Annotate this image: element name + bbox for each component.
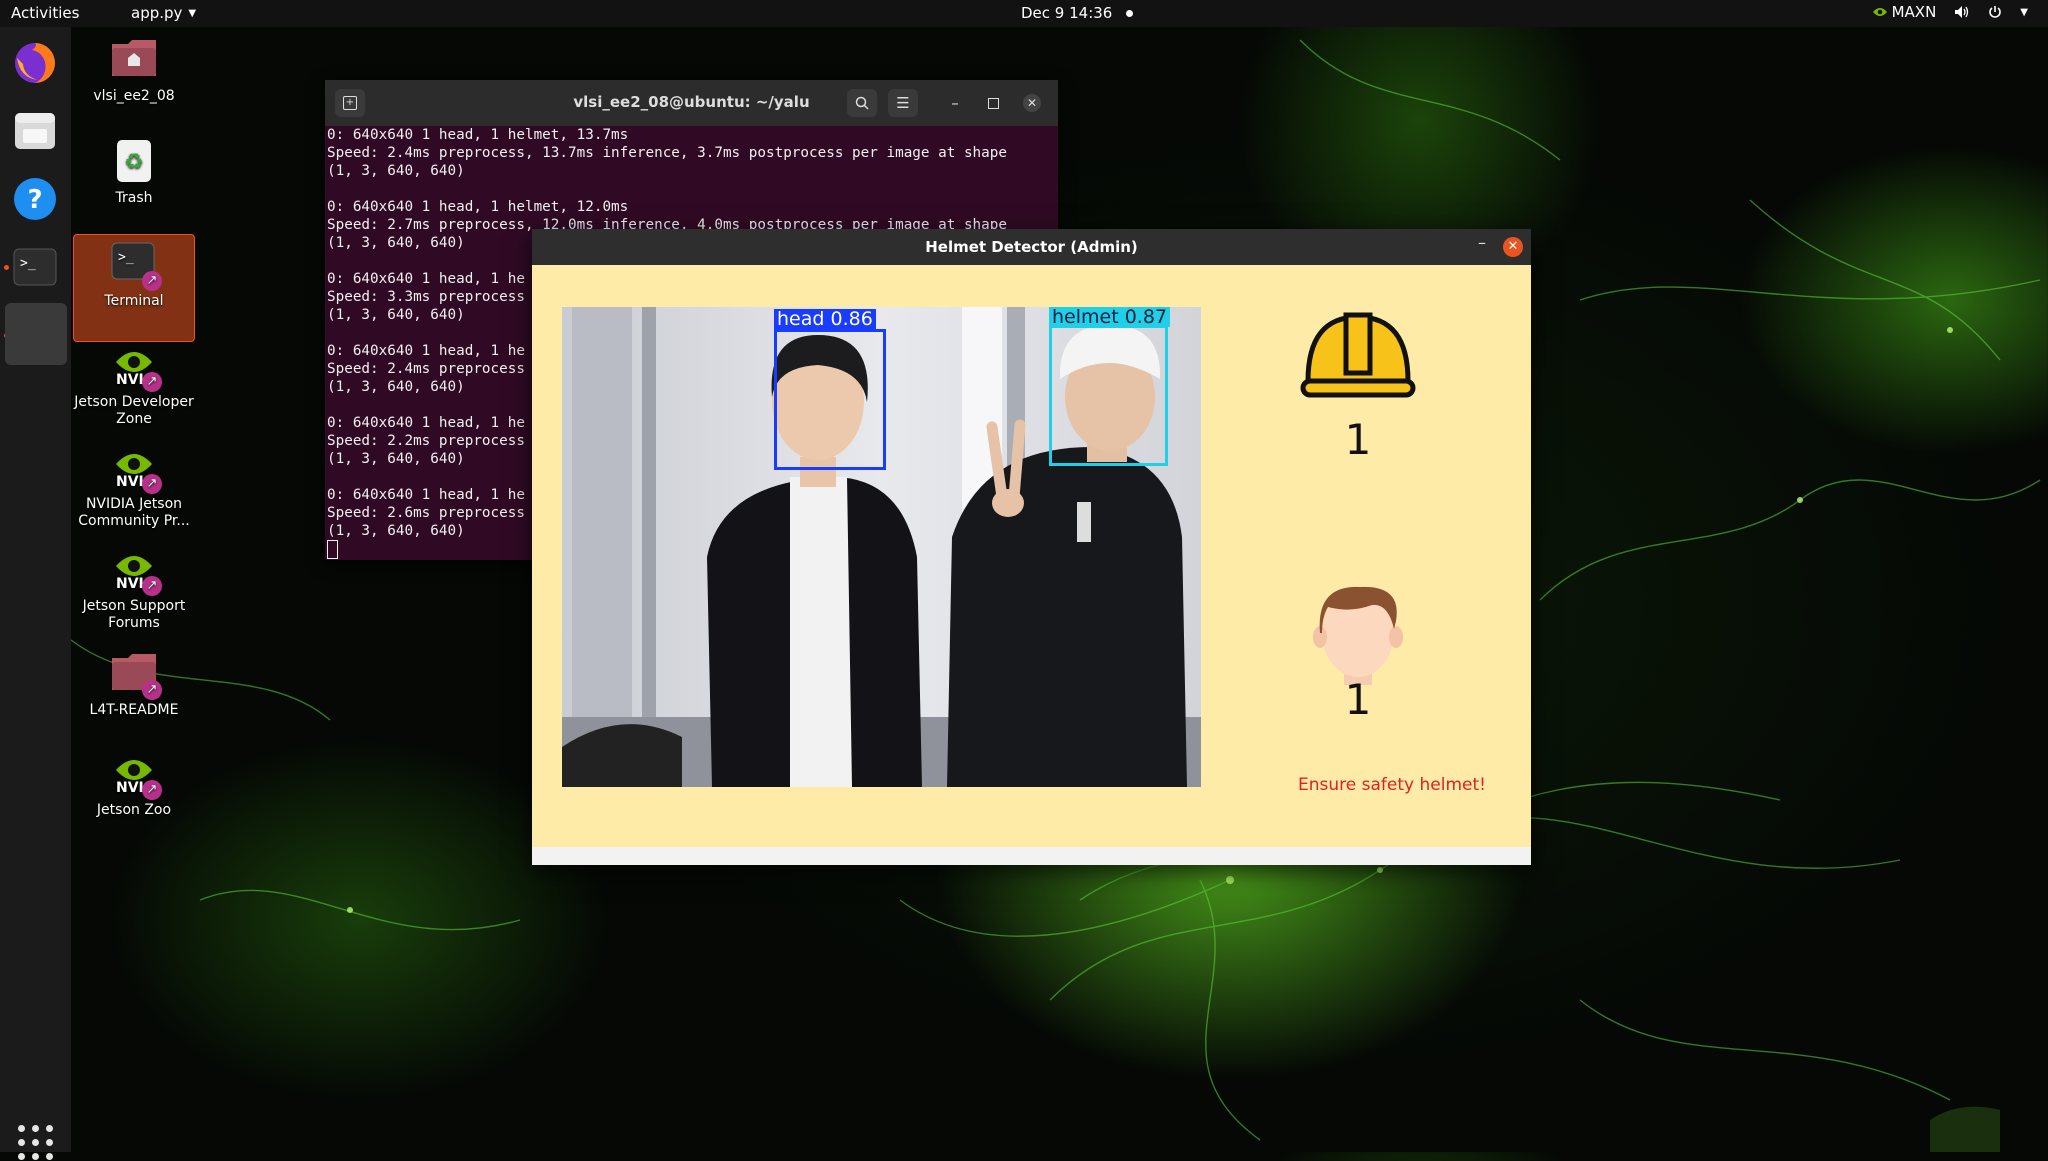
helmet-detection-label: helmet 0.87 bbox=[1049, 307, 1171, 327]
volume-icon bbox=[1955, 6, 1969, 18]
help-icon: ? bbox=[14, 178, 56, 220]
top-bar: Activities app.py ▼ Dec 9 14:36 MAXN ▼ bbox=[0, 0, 2048, 27]
svg-text:>_: >_ bbox=[118, 250, 134, 265]
desktop-icon-jetson-community[interactable]: NVI ↗ NVIDIA Jetson Community Pr... bbox=[74, 444, 194, 530]
helmet-count: 1 bbox=[1344, 415, 1372, 464]
head-detection-box bbox=[774, 329, 886, 470]
head-icon bbox=[1313, 586, 1403, 685]
svg-text:♻: ♻ bbox=[124, 150, 144, 175]
apps-grid-icon bbox=[18, 1125, 25, 1132]
svg-text:NVI: NVI bbox=[116, 780, 144, 794]
terminal-line: Speed: 2.4ms preprocess, 13.7ms inferenc… bbox=[327, 145, 1007, 161]
dock-firefox[interactable] bbox=[11, 39, 59, 87]
helmet-icon bbox=[1300, 312, 1416, 398]
svg-text:>_: >_ bbox=[20, 256, 36, 271]
close-icon: ✕ bbox=[1507, 239, 1519, 254]
firefox-icon bbox=[15, 43, 55, 83]
desktop-icon-jetson-dev-zone[interactable]: NVI ↗ Jetson Developer Zone bbox=[74, 342, 194, 428]
desktop-icon-label: Trash bbox=[115, 190, 153, 206]
desktop-icon-jetson-support[interactable]: NVI ↗ Jetson Support Forums bbox=[74, 546, 194, 632]
helmet-detector-window[interactable]: Helmet Detector (Admin) – ✕ head 0.86 he… bbox=[532, 229, 1531, 865]
clock-label: Dec 9 14:36 bbox=[1021, 4, 1113, 22]
close-button[interactable]: ✕ bbox=[1017, 89, 1047, 117]
terminal-titlebar[interactable]: + vlsi_ee2_08@ubuntu: ~/yalu ☰ – ✕ bbox=[325, 80, 1058, 126]
terminal-icon: >_ bbox=[13, 248, 57, 286]
desktop-icon-label: NVIDIA Jetson Community Pr... bbox=[78, 496, 190, 529]
activities-button[interactable]: Activities bbox=[11, 4, 79, 22]
dock-files[interactable] bbox=[11, 107, 59, 155]
shortcut-arrow-icon: ↗ bbox=[142, 576, 162, 596]
desktop-icon-trash[interactable]: ♻ Trash bbox=[74, 138, 194, 207]
maximize-icon bbox=[987, 97, 999, 109]
desktop-icon-label: Jetson Zoo bbox=[96, 802, 172, 818]
minimize-icon: – bbox=[951, 94, 959, 112]
desktop-icon-label: Jetson Developer Zone bbox=[74, 394, 194, 427]
minimize-icon: – bbox=[1478, 233, 1486, 252]
trash-icon: ♻ bbox=[117, 140, 151, 182]
terminal-line: 0: 640x640 1 head, 1 helmet, 13.7ms bbox=[327, 127, 629, 143]
head-count: 1 bbox=[1344, 675, 1372, 724]
minimize-button[interactable]: – bbox=[1478, 233, 1486, 252]
app-menu-label: app.py bbox=[131, 4, 183, 22]
chevron-down-icon: ▼ bbox=[2020, 6, 2028, 18]
helmet-detection-box bbox=[1049, 325, 1168, 466]
terminal-line: 0: 640x640 1 head, 1 helmet, 12.0ms bbox=[327, 199, 629, 215]
show-apps-button[interactable] bbox=[18, 1125, 54, 1161]
head-detection-label: head 0.86 bbox=[774, 309, 876, 329]
svg-text:?: ? bbox=[27, 185, 42, 215]
helmet-warning-message: Ensure safety helmet! bbox=[1298, 775, 1486, 795]
svg-text:NVI: NVI bbox=[116, 372, 144, 386]
search-icon bbox=[855, 96, 869, 110]
nvidia-watermark bbox=[1930, 1106, 2000, 1152]
terminal-line: (1, 3, 640, 640) bbox=[327, 163, 465, 179]
camera-feed: head 0.86 helmet 0.87 bbox=[562, 307, 1201, 787]
home-folder-icon bbox=[112, 40, 156, 76]
desktop-icon-l4t-readme[interactable]: ↗ L4T-README bbox=[74, 650, 194, 719]
desktop-icon-home[interactable]: vlsi_ee2_08 bbox=[74, 36, 194, 105]
minimize-button[interactable]: – bbox=[940, 89, 970, 117]
svg-text:NVI: NVI bbox=[116, 576, 144, 590]
dock: ? >_ bbox=[0, 27, 71, 1160]
close-button[interactable]: ✕ bbox=[1503, 237, 1523, 257]
app-content: head 0.86 helmet 0.87 1 1 Ensure safety … bbox=[532, 265, 1531, 847]
terminal-cursor bbox=[327, 540, 338, 559]
app-menu[interactable]: app.py ▼ bbox=[131, 4, 196, 22]
dock-help[interactable]: ? bbox=[11, 175, 59, 223]
desktop-icon-label: vlsi_ee2_08 bbox=[93, 88, 175, 104]
desktop-icon-label: Terminal bbox=[104, 293, 164, 309]
shortcut-arrow-icon: ↗ bbox=[142, 680, 162, 700]
desktop-icon-label: L4T-README bbox=[89, 702, 179, 718]
power-mode-label: MAXN bbox=[1891, 3, 1937, 21]
close-icon: ✕ bbox=[1023, 94, 1041, 112]
app-title: Helmet Detector (Admin) bbox=[925, 238, 1138, 256]
nvidia-icon bbox=[1872, 8, 1887, 16]
running-indicator bbox=[4, 265, 9, 270]
svg-text:NVI: NVI bbox=[116, 474, 144, 488]
system-tray[interactable]: MAXN ▼ bbox=[1872, 3, 2028, 21]
search-button[interactable] bbox=[847, 89, 877, 117]
shortcut-arrow-icon: ↗ bbox=[142, 780, 162, 800]
dock-helmet-app[interactable] bbox=[5, 303, 67, 365]
app-titlebar[interactable]: Helmet Detector (Admin) – ✕ bbox=[532, 229, 1531, 265]
desktop-icon-terminal[interactable]: >_ ↗ Terminal bbox=[73, 234, 195, 342]
clock[interactable]: Dec 9 14:36 bbox=[1021, 4, 1134, 22]
desktop-icon-jetson-zoo[interactable]: NVI ↗ Jetson Zoo bbox=[74, 750, 194, 819]
power-mode[interactable]: MAXN bbox=[1872, 3, 1937, 21]
shortcut-arrow-icon: ↗ bbox=[142, 372, 162, 392]
hamburger-icon: ☰ bbox=[896, 94, 910, 112]
shortcut-arrow-icon: ↗ bbox=[142, 474, 162, 494]
maximize-button[interactable] bbox=[978, 89, 1008, 117]
files-icon bbox=[15, 113, 55, 149]
chevron-down-icon: ▼ bbox=[188, 7, 197, 19]
power-icon bbox=[1989, 6, 2002, 18]
menu-button[interactable]: ☰ bbox=[888, 89, 918, 117]
desktop-icon-label: Jetson Support Forums bbox=[82, 598, 186, 631]
dock-terminal[interactable]: >_ bbox=[11, 243, 59, 291]
app-statusbar bbox=[532, 847, 1531, 865]
shortcut-arrow-icon: ↗ bbox=[142, 271, 162, 291]
notification-dot-icon bbox=[1126, 9, 1134, 17]
